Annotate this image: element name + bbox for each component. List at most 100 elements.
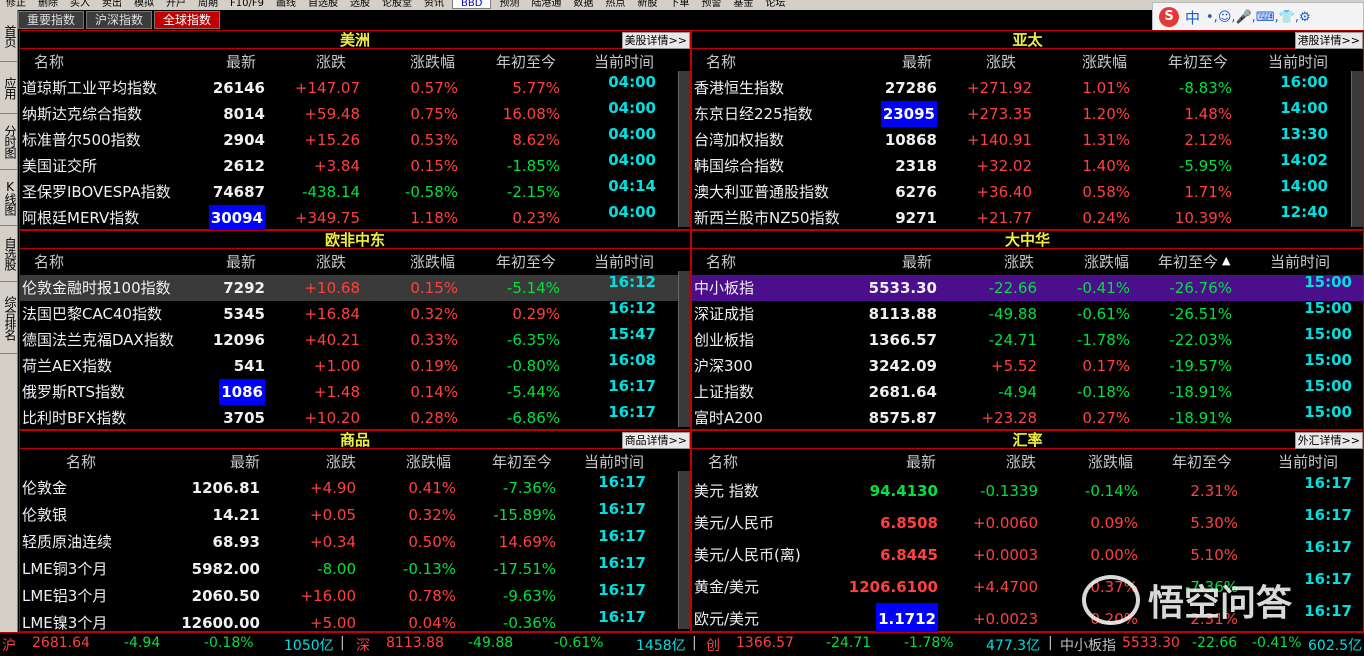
table-row[interactable]: 比利时BFX指数 3705 +10.20 0.28% -6.86% 16:17 [20,403,690,431]
table-row[interactable]: LME铜3个月 5982.00 -8.00 -0.13% -17.51% 16:17 [20,554,690,583]
column-header[interactable]: 名称 [34,251,64,272]
column-header[interactable]: 最新 [902,51,932,72]
table-row[interactable]: 上证指数 2681.64 -4.94 -0.18% -18.91% 15:00 [692,377,1363,405]
menu-item[interactable]: 周期 [192,0,224,9]
table-row[interactable]: 伦敦金 1206.81 +4.90 0.41% -7.36% 16:17 [20,473,690,502]
table-row[interactable]: 美元/人民币(离) 6.8445 +0.0003 0.00% 5.10% 16:17 [692,538,1363,571]
menu-item[interactable]: 资讯 [418,0,450,9]
menu-item[interactable]: 预警 [695,0,727,9]
table-row[interactable]: 纳斯达克综合指数 8014 +59.48 0.75% 16.08% 04:00 [20,99,690,127]
menu-item[interactable]: 论股堂 [376,0,418,9]
column-header[interactable]: 名称 [34,51,64,72]
table-row[interactable]: 澳大利亚普通股指数 6276 +36.40 0.58% 1.71% 14:00 [692,177,1363,205]
column-header[interactable]: 涨跌幅 [1088,451,1133,472]
panel-scrollbar[interactable] [1351,71,1363,227]
column-header[interactable]: 最新 [230,451,260,472]
table-row[interactable]: 美元 指数 94.4130 -0.1339 -0.14% 2.31% 16:17 [692,474,1363,507]
column-header[interactable]: 名称 [708,451,738,472]
ime-extras-icons[interactable]: •,☺,🎤,⌨,👕,⚙ [1206,10,1311,25]
sidebar-item-ranking[interactable]: 综合排名 [0,282,18,354]
column-header[interactable]: 年初至今 [496,51,556,72]
column-header[interactable]: 涨跌 [326,451,356,472]
table-row[interactable]: LME铝3个月 2060.50 +16.00 0.78% -9.63% 16:17 [20,581,690,610]
table-row[interactable]: 荷兰AEX指数 541 +1.00 0.19% -0.80% 16:08 [20,351,690,379]
table-row[interactable]: 新西兰股市NZ50指数 9271 +21.77 0.24% 10.39% 12:40 [692,203,1363,231]
table-row[interactable]: 美元/人民币 6.8508 +0.0060 0.09% 5.30% 16:17 [692,506,1363,539]
menu-item[interactable]: 陆港通 [525,0,567,9]
column-header[interactable]: 年初至今 [492,451,552,472]
column-header[interactable]: 名称 [706,51,736,72]
menu-item[interactable]: 画线 [270,0,302,9]
menu-item[interactable]: 新股 [631,0,663,9]
sidebar-item-apps[interactable]: 应用 [0,62,18,114]
menu-item[interactable]: 下单 [663,0,695,9]
sidebar-item-timeshare[interactable]: 分时图 [0,114,18,170]
table-row[interactable]: 道琼斯工业平均指数 26146 +147.07 0.57% 5.77% 04:00 [20,73,690,101]
menu-item[interactable]: 模拟 [128,0,160,9]
menu-item[interactable]: 修正 [0,0,32,9]
tab-important-index[interactable]: 重要指数 [18,11,85,29]
table-row[interactable]: 俄罗斯RTS指数 1086 +1.48 0.14% -5.44% 16:17 [20,377,690,405]
menu-item[interactable]: 选股 [344,0,376,9]
menu-item[interactable]: F10/F9 [224,0,270,9]
column-header[interactable]: 涨跌 [316,51,346,72]
panel-scrollbar[interactable] [678,71,690,227]
column-header[interactable]: 最新 [226,51,256,72]
bbd-button[interactable]: BBD [451,0,492,9]
column-header[interactable]: 涨跌幅 [410,251,455,272]
column-header[interactable]: 最新 [902,251,932,272]
column-header[interactable]: 年初至今 [496,251,556,272]
table-row[interactable]: 法国巴黎CAC40指数 5345 +16.84 0.32% 0.29% 16:12 [20,299,690,327]
tab-global-index[interactable]: 全球指数 [154,11,221,29]
column-header[interactable]: 最新 [906,451,936,472]
ime-mode-label[interactable]: 中 [1185,7,1200,28]
menu-item[interactable]: 基金 [727,0,759,9]
sort-arrow-icon[interactable]: ▲ [1222,254,1230,267]
column-header[interactable]: 涨跌幅 [1082,51,1127,72]
column-header[interactable]: 涨跌 [986,51,1016,72]
column-header[interactable]: 最新 [226,251,256,272]
column-header[interactable]: 年初至今 [1168,51,1228,72]
menu-item[interactable]: 热点 [599,0,631,9]
detail-link-button[interactable]: 外汇详情>> [1294,432,1363,449]
table-row[interactable]: 圣保罗IBOVESPA指数 74687 -438.14 -0.58% -2.15% 04:… [20,177,690,205]
table-row[interactable]: 德国法兰克福DAX指数 12096 +40.21 0.33% -6.35% 15:47 [20,325,690,353]
menu-item[interactable]: 买入 [64,0,96,9]
table-row[interactable]: 轻质原油连续 68.93 +0.34 0.50% 14.69% 16:17 [20,527,690,556]
detail-link-button[interactable]: 美股详情>> [621,32,690,49]
menu-item[interactable]: 卖出 [96,0,128,9]
detail-link-button[interactable]: 商品详情>> [621,432,690,449]
column-header[interactable]: 涨跌幅 [406,451,451,472]
menu-item[interactable]: 预测 [493,0,525,9]
table-row[interactable]: 沪深300 3242.09 +5.52 0.17% -19.57% 15:00 [692,351,1363,379]
column-header[interactable]: 涨跌幅 [1084,251,1129,272]
table-row[interactable]: 香港恒生指数 27286 +271.92 1.01% -8.83% 16:00 [692,73,1363,101]
sogou-ime-icon[interactable]: S [1159,7,1179,27]
menu-item[interactable]: 自选股 [302,0,344,9]
column-header[interactable]: 年初至今 [1172,451,1232,472]
column-header[interactable]: 名称 [66,451,96,472]
panel-scrollbar[interactable] [678,271,690,427]
column-header[interactable]: 年初至今 [1158,251,1218,272]
sidebar-item-kline[interactable]: K线图 [0,170,18,226]
column-header[interactable]: 名称 [706,251,736,272]
table-row[interactable]: 台湾加权指数 10868 +140.91 1.31% 2.12% 13:30 [692,125,1363,153]
sidebar-item-watchlist[interactable]: 自选股 [0,226,18,282]
table-row[interactable]: 伦敦银 14.21 +0.05 0.32% -15.89% 16:17 [20,500,690,529]
menu-item[interactable]: 论坛 [759,0,791,9]
table-row[interactable]: 中小板指 5533.30 -22.66 -0.41% -26.76% 15:00 [692,273,1363,301]
panel-scrollbar[interactable] [678,471,690,629]
menu-item[interactable]: 开户 [160,0,192,9]
tab-shsz-index[interactable]: 沪深指数 [86,11,153,29]
menu-item[interactable]: 数据 [567,0,599,9]
menu-item[interactable]: 删除 [32,0,64,9]
table-row[interactable]: 美国证交所 2612 +3.84 0.15% -1.85% 04:00 [20,151,690,179]
table-row[interactable]: 富时A200 8575.87 +23.28 0.27% -18.91% 15:00 [692,403,1363,431]
sidebar-item-home[interactable]: 首页 [0,10,18,62]
ime-toolbar[interactable]: S 中 •,☺,🎤,⌨,👕,⚙ [1152,2,1364,32]
table-row[interactable]: 东京日经225指数 23095 +273.35 1.20% 1.48% 14:00 [692,99,1363,127]
table-row[interactable]: 深证成指 8113.88 -49.88 -0.61% -26.51% 15:00 [692,299,1363,327]
table-row[interactable]: 韩国综合指数 2318 +32.02 1.40% -5.95% 14:02 [692,151,1363,179]
column-header[interactable]: 涨跌 [1004,251,1034,272]
table-row[interactable]: 标准普尔500指数 2904 +15.26 0.53% 8.62% 04:00 [20,125,690,153]
